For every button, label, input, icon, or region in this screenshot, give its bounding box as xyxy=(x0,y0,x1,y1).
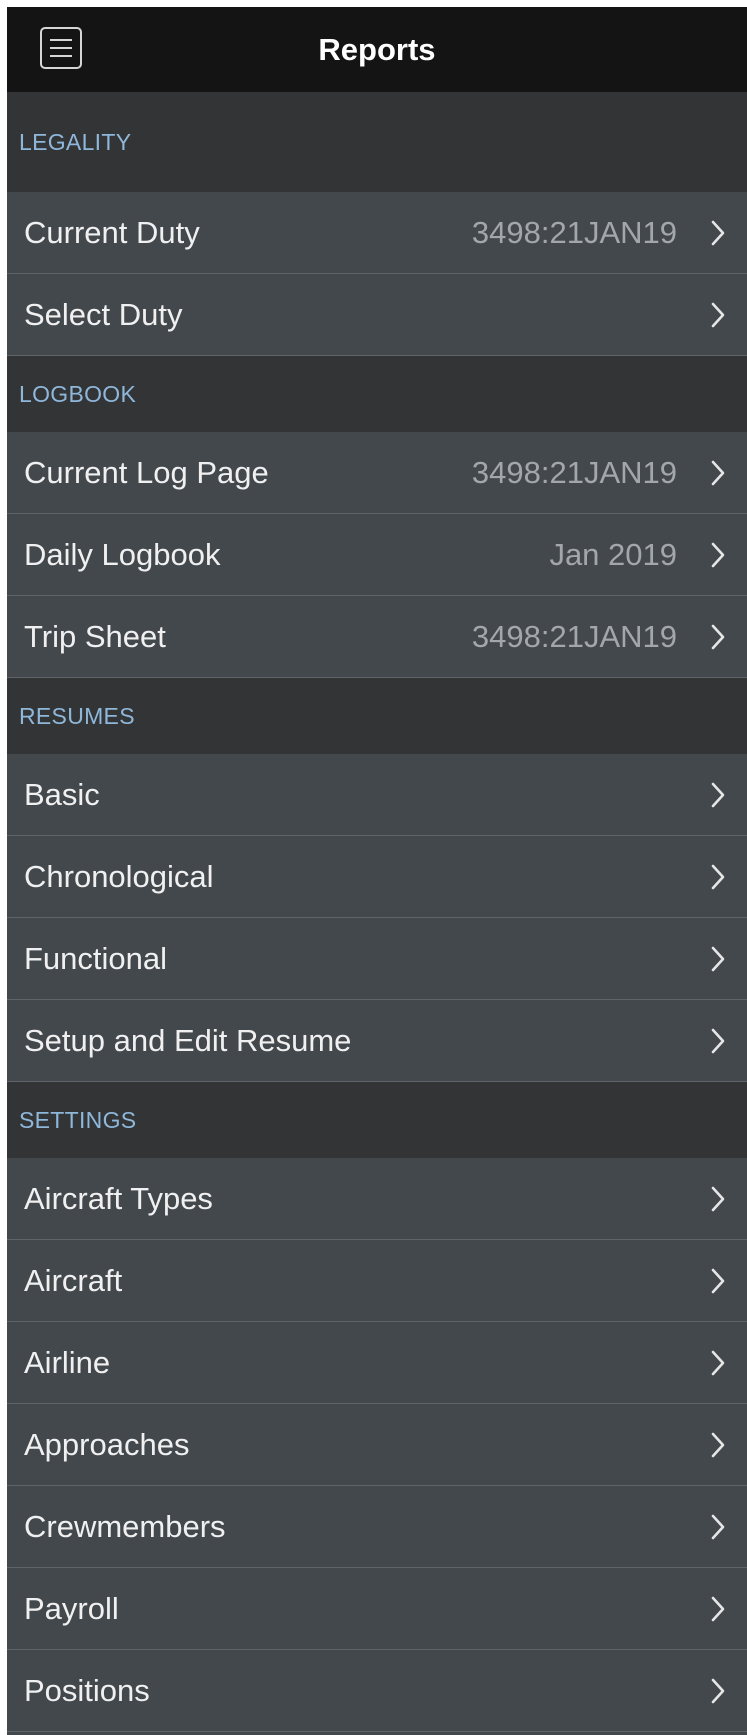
chevron-right-icon xyxy=(707,458,729,488)
chevron-right-icon xyxy=(707,862,729,892)
item-value: 3498:21JAN19 xyxy=(471,618,677,654)
section-header-resumes: RESUMES xyxy=(7,678,747,754)
item-label: Setup and Edit Resume xyxy=(24,1022,352,1058)
list-item-chronological[interactable]: Chronological xyxy=(7,836,747,918)
chevron-right-icon xyxy=(707,218,729,248)
item-label: Basic xyxy=(24,776,100,812)
item-value: Jan 2019 xyxy=(549,536,677,572)
chevron-right-icon xyxy=(707,1512,729,1542)
item-label: Airline xyxy=(24,1344,111,1380)
chevron-right-icon xyxy=(707,1676,729,1706)
list-item-crewmembers[interactable]: Crewmembers xyxy=(7,1486,747,1568)
page-title: Reports xyxy=(318,32,436,67)
chevron-right-icon xyxy=(707,1184,729,1214)
list-item-payroll[interactable]: Payroll xyxy=(7,1568,747,1650)
section-header-logbook: LOGBOOK xyxy=(7,356,747,432)
chevron-right-icon xyxy=(707,300,729,330)
chevron-right-icon xyxy=(707,540,729,570)
list-item-positions[interactable]: Positions xyxy=(7,1650,747,1732)
chevron-right-icon xyxy=(707,944,729,974)
list-item-functional[interactable]: Functional xyxy=(7,918,747,1000)
list-item-current-duty[interactable]: Current Duty 3498:21JAN19 xyxy=(7,192,747,274)
chevron-right-icon xyxy=(707,1026,729,1056)
item-label: Aircraft Types xyxy=(24,1180,213,1216)
item-label: Chronological xyxy=(24,858,214,894)
item-label: Current Log Page xyxy=(24,454,269,490)
nav-bar: Reports xyxy=(7,7,747,92)
item-value: 3498:21JAN19 xyxy=(471,214,677,250)
list-item-airline[interactable]: Airline xyxy=(7,1322,747,1404)
list-item-select-duty[interactable]: Select Duty xyxy=(7,274,747,356)
item-label: Functional xyxy=(24,940,168,976)
list-item-current-log-page[interactable]: Current Log Page 3498:21JAN19 xyxy=(7,432,747,514)
list-item-basic[interactable]: Basic xyxy=(7,754,747,836)
list-item-aircraft-types[interactable]: Aircraft Types xyxy=(7,1158,747,1240)
list-item-trip-sheet[interactable]: Trip Sheet 3498:21JAN19 xyxy=(7,596,747,678)
item-label: Select Duty xyxy=(24,296,183,332)
chevron-right-icon xyxy=(707,1594,729,1624)
chevron-right-icon xyxy=(707,1266,729,1296)
chevron-right-icon xyxy=(707,1430,729,1460)
item-label: Current Duty xyxy=(24,214,200,250)
chevron-right-icon xyxy=(707,780,729,810)
item-value: 3498:21JAN19 xyxy=(471,454,677,490)
chevron-right-icon xyxy=(707,622,729,652)
section-header-legality: LEGALITY xyxy=(7,92,747,192)
item-label: Crewmembers xyxy=(24,1508,226,1544)
chevron-right-icon xyxy=(707,1348,729,1378)
list-item-daily-logbook[interactable]: Daily Logbook Jan 2019 xyxy=(7,514,747,596)
reports-screen: Reports LEGALITY Current Duty 3498:21JAN… xyxy=(7,7,747,1735)
list-item-setup-and-edit-resume[interactable]: Setup and Edit Resume xyxy=(7,1000,747,1082)
item-label: Daily Logbook xyxy=(24,536,221,572)
item-label: Payroll xyxy=(24,1590,119,1626)
list-item-approaches[interactable]: Approaches xyxy=(7,1404,747,1486)
section-header-settings: SETTINGS xyxy=(7,1082,747,1158)
item-label: Approaches xyxy=(24,1426,190,1462)
list-item-aircraft[interactable]: Aircraft xyxy=(7,1240,747,1322)
item-label: Trip Sheet xyxy=(24,618,166,654)
item-label: Aircraft xyxy=(24,1262,123,1298)
item-label: Positions xyxy=(24,1672,150,1708)
hamburger-menu-icon[interactable] xyxy=(40,27,82,69)
